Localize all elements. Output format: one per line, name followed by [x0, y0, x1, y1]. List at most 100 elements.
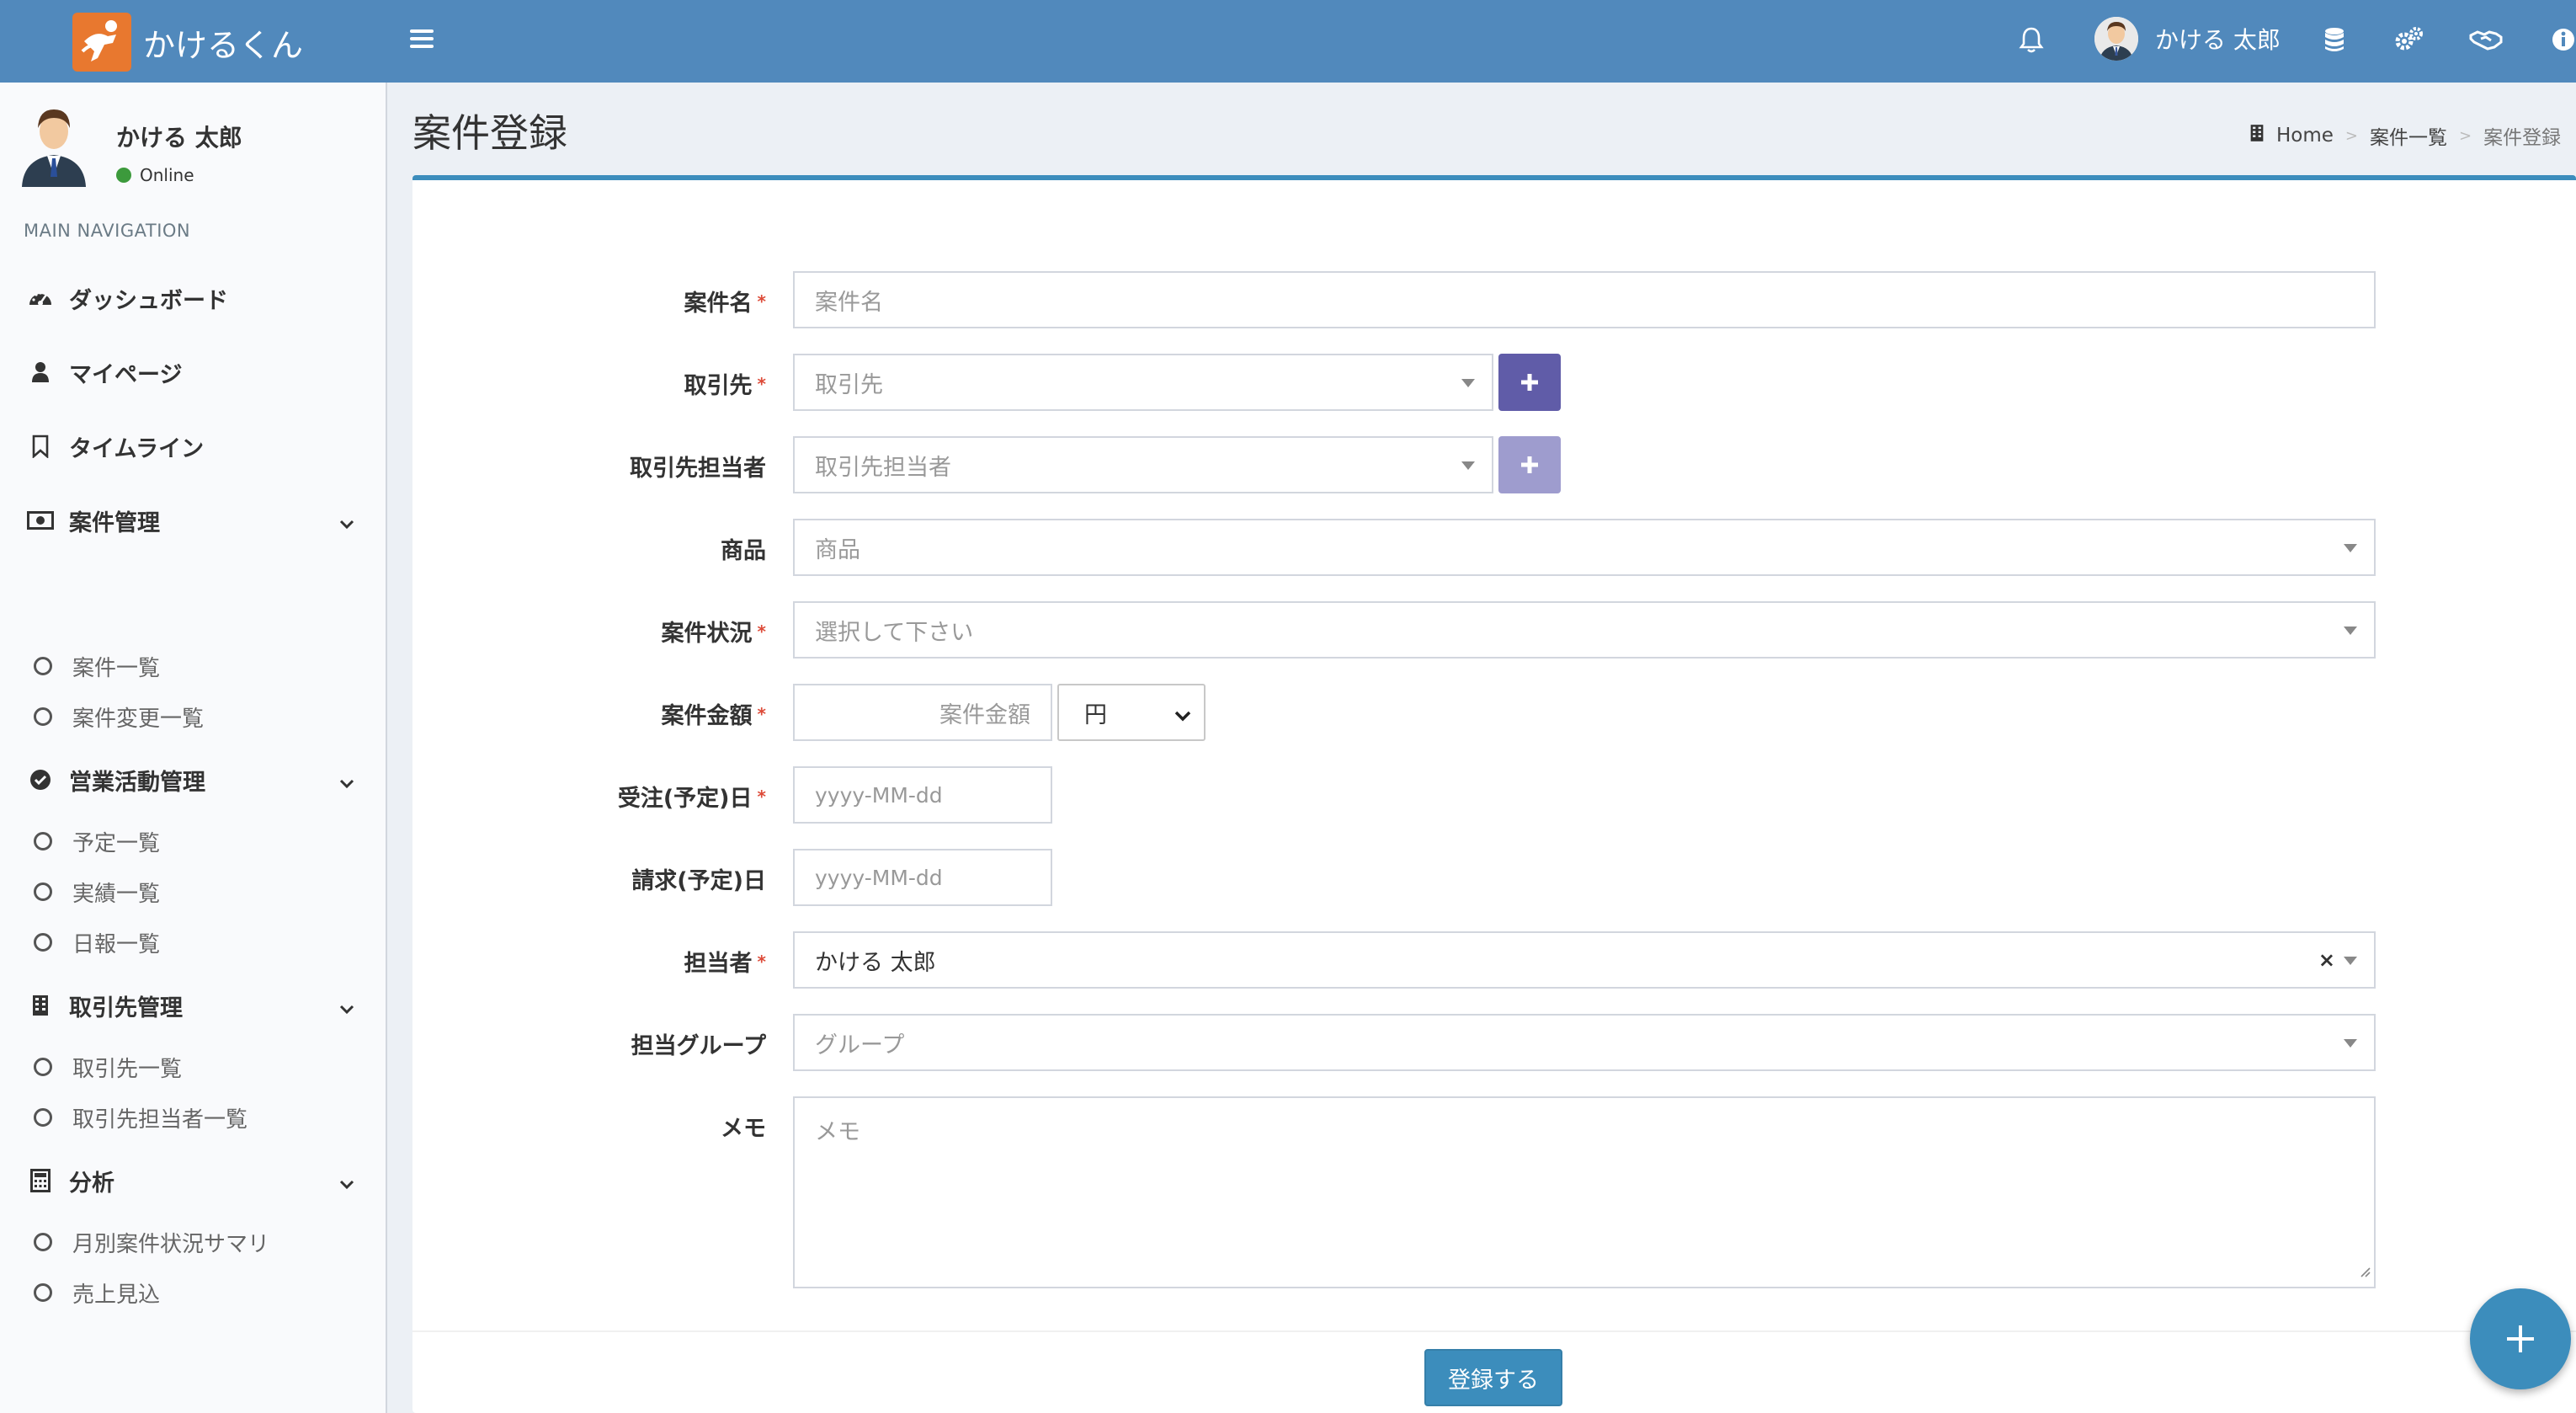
label-text: 案件状況 — [661, 621, 753, 647]
client-contact-select[interactable]: 取引先担当者 — [793, 436, 1493, 493]
bell-icon[interactable] — [2014, 22, 2049, 57]
sidebar-item-result-list[interactable]: 実績一覧 — [0, 867, 386, 916]
label-text: 取引先 — [684, 373, 753, 399]
form-footer-divider — [412, 1330, 2576, 1332]
currency-select[interactable]: 円 — [1057, 684, 1206, 741]
caret-down-icon — [2344, 627, 2357, 635]
caret-down-icon — [2344, 1039, 2357, 1048]
sidebar-item-client-mgmt[interactable]: 取引先管理 — [0, 980, 386, 1031]
nav-header: MAIN NAVIGATION — [24, 221, 191, 241]
user-icon — [25, 357, 56, 387]
plus-icon — [2507, 1325, 2534, 1352]
check-circle-icon — [25, 765, 56, 795]
chevron-down-icon — [1174, 702, 1192, 728]
sidebar-item-deal-change-list[interactable]: 案件変更一覧 — [0, 692, 386, 741]
sidebar-item-sales-mgmt[interactable]: 営業活動管理 — [0, 754, 386, 805]
top-navbar: かけるくん かける 太郎 — [0, 0, 2576, 83]
amount-label: 案件金額 * — [412, 697, 766, 730]
sidebar-item-label: 取引先担当者一覧 — [72, 1106, 248, 1133]
sidebar-item-client-contact-list[interactable]: 取引先担当者一覧 — [0, 1093, 386, 1142]
memo-textarea[interactable]: メモ — [793, 1096, 2376, 1288]
sidebar-item-sales-forecast[interactable]: 売上見込 — [0, 1268, 386, 1317]
circle-icon — [34, 933, 52, 952]
breadcrumb-parent[interactable]: 案件一覧 — [2370, 121, 2447, 150]
sidebar-toggle-icon[interactable] — [407, 25, 436, 54]
user-status: Online — [116, 165, 194, 185]
bill-date-label: 請求(予定)日 — [412, 862, 766, 895]
status-label: 案件状況 * — [412, 615, 766, 648]
required-mark: * — [757, 952, 766, 972]
amount-input[interactable]: 案件金額 — [793, 684, 1052, 741]
chevron-down-icon — [338, 510, 355, 536]
header-user-menu[interactable]: かける 太郎 — [2094, 17, 2281, 61]
calculator-icon — [25, 1165, 56, 1196]
clear-icon[interactable]: × — [2318, 948, 2335, 972]
breadcrumb-home[interactable]: Home — [2276, 125, 2334, 147]
sidebar-item-analysis[interactable]: 分析 — [0, 1155, 386, 1206]
add-client-contact-button[interactable] — [1498, 436, 1561, 493]
sidebar-item-deal-list[interactable]: 案件一覧 — [0, 642, 386, 691]
circle-icon — [34, 1233, 52, 1251]
sidebar-item-dashboard[interactable]: ダッシュボード — [0, 273, 386, 323]
client-contact-label: 取引先担当者 — [412, 450, 766, 483]
sidebar-item-client-list[interactable]: 取引先一覧 — [0, 1042, 386, 1091]
app-logo[interactable]: かけるくん — [72, 13, 303, 72]
caret-down-icon — [2344, 544, 2357, 552]
sidebar-item-label: 実績一覧 — [72, 881, 161, 907]
label-text: 担当者 — [684, 951, 753, 977]
memo-label: メモ — [412, 1110, 766, 1143]
gears-icon[interactable] — [2391, 22, 2426, 57]
sidebar-item-daily-list[interactable]: 日報一覧 — [0, 918, 386, 967]
required-mark: * — [757, 786, 766, 807]
circle-icon — [34, 832, 52, 850]
order-date-label: 受注(予定)日 * — [412, 780, 766, 813]
bill-date-input[interactable]: yyyy-MM-dd — [793, 849, 1052, 906]
assignee-select[interactable]: かける 太郎 × — [793, 931, 2376, 989]
bookmark-icon — [25, 431, 56, 461]
group-label: 担当グループ — [412, 1027, 766, 1060]
sidebar-item-label: 案件変更一覧 — [72, 706, 205, 732]
select-placeholder: グループ — [815, 1032, 905, 1058]
assignee-label: 担当者 * — [412, 945, 766, 978]
sidebar-item-deal-mgmt[interactable]: 案件管理 — [0, 495, 386, 546]
label-text: 案件金額 — [661, 703, 753, 729]
circle-icon — [34, 657, 52, 675]
circle-icon — [34, 1058, 52, 1076]
building-icon — [25, 990, 56, 1021]
label-text: 担当グループ — [631, 1033, 766, 1059]
sidebar-user-panel: かける 太郎 Online — [19, 99, 372, 189]
breadcrumb-separator: > — [2459, 126, 2472, 145]
sidebar-item-monthly-summary[interactable]: 月別案件状況サマリ — [0, 1218, 386, 1266]
handshake-icon[interactable] — [2468, 22, 2504, 57]
add-client-button[interactable] — [1498, 354, 1561, 411]
header-user-name: かける 太郎 — [2155, 26, 2281, 54]
circle-icon — [34, 707, 52, 726]
product-select[interactable]: 商品 — [793, 519, 2376, 576]
label-text: 受注(予定)日 — [617, 786, 753, 812]
plus-icon — [1521, 456, 1538, 473]
label-text: 取引先担当者 — [630, 456, 766, 482]
group-select[interactable]: グループ — [793, 1014, 2376, 1071]
dashboard-icon — [25, 283, 56, 313]
database-icon[interactable] — [2317, 22, 2352, 57]
resize-handle-icon[interactable] — [2357, 1257, 2371, 1283]
caret-down-icon — [2344, 957, 2357, 965]
product-label: 商品 — [412, 532, 766, 565]
info-icon[interactable] — [2546, 22, 2576, 57]
chevron-down-icon — [338, 770, 355, 796]
required-mark: * — [757, 374, 766, 394]
deal-name-input[interactable]: 案件名 — [793, 271, 2376, 328]
submit-button[interactable]: 登録する — [1424, 1349, 1562, 1406]
client-select[interactable]: 取引先 — [793, 354, 1493, 411]
sidebar-item-mypage[interactable]: マイページ — [0, 347, 386, 397]
status-select[interactable]: 選択して下さい — [793, 601, 2376, 659]
floating-add-button[interactable] — [2470, 1288, 2571, 1389]
sidebar-item-timeline[interactable]: タイムライン — [0, 421, 386, 472]
circle-icon — [34, 882, 52, 901]
sidebar-item-label: 予定一覧 — [72, 830, 161, 856]
breadcrumb-separator: > — [2344, 126, 2359, 145]
order-date-input[interactable]: yyyy-MM-dd — [793, 766, 1052, 824]
sidebar-item-schedule-list[interactable]: 予定一覧 — [0, 817, 386, 866]
chevron-down-icon — [338, 1170, 355, 1197]
sidebar-item-label: マイページ — [69, 361, 183, 388]
